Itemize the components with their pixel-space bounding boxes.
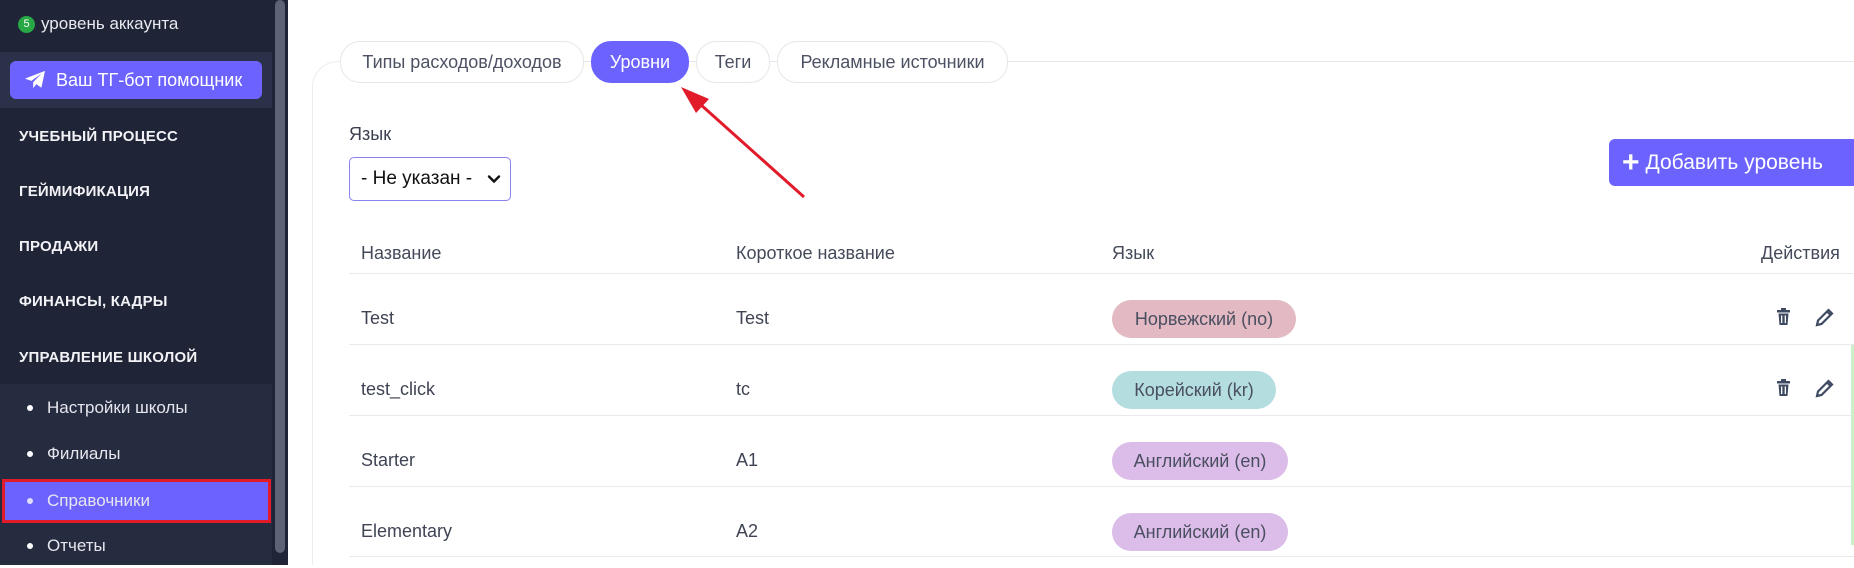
plus-icon: +	[1622, 145, 1640, 179]
sidebar-item-label: Справочники	[47, 491, 150, 510]
tab-expense-types[interactable]: Типы расходов/доходов	[340, 41, 584, 83]
language-pill: Английский (en)	[1112, 513, 1288, 551]
edit-icon[interactable]	[1815, 378, 1835, 398]
language-pill: Корейский (kr)	[1112, 371, 1276, 409]
bullet-icon	[27, 543, 33, 549]
chevron-down-icon	[487, 175, 501, 184]
column-header-language: Язык	[1112, 243, 1155, 263]
bullet-icon	[27, 498, 33, 504]
bullet-icon	[27, 451, 33, 457]
tab-levels[interactable]: Уровни	[591, 41, 689, 83]
cell-short-name: tc	[736, 379, 751, 399]
account-level-badge: 5	[18, 15, 35, 33]
sidebar-item-directories[interactable]: Справочники	[2, 479, 271, 523]
sidebar-scrollbar-thumb[interactable]	[275, 0, 285, 553]
panel-border	[312, 90, 313, 565]
sidebar-item-branches[interactable]: Филиалы	[0, 432, 272, 476]
sidebar-section-gamification[interactable]: ГЕЙМИФИКАЦИЯ	[19, 183, 150, 200]
trash-icon[interactable]	[1776, 308, 1791, 326]
add-level-label: Добавить уровень	[1645, 150, 1823, 174]
column-header-name: Название	[361, 243, 442, 263]
sidebar-section-school-management[interactable]: УПРАВЛЕНИЕ ШКОЛОЙ	[19, 349, 197, 366]
table-header-divider	[349, 273, 1854, 274]
sidebar-item-label: Отчеты	[47, 536, 106, 555]
cell-name: Test	[361, 308, 395, 328]
sidebar-item-label: Филиалы	[47, 444, 121, 463]
tab-ad-sources[interactable]: Рекламные источники	[777, 41, 1008, 83]
cell-short-name: A1	[736, 450, 759, 470]
tg-bot-label: Ваш ТГ-бот помощник	[56, 69, 243, 90]
sidebar-section-finance[interactable]: ФИНАНСЫ, КАДРЫ	[19, 293, 168, 310]
sidebar-item-label: Настройки школы	[47, 398, 188, 417]
language-pill: Английский (en)	[1112, 442, 1288, 480]
sidebar: 5 уровень аккаунта Ваш ТГ-бот помощник У…	[0, 0, 272, 565]
row-divider	[349, 415, 1854, 416]
sidebar-section-learning[interactable]: УЧЕБНЫЙ ПРОЦЕСС	[19, 128, 178, 145]
sidebar-item-reports[interactable]: Отчеты	[0, 524, 272, 568]
panel-corner	[312, 61, 343, 92]
language-select-value: - Не указан -	[361, 168, 473, 189]
column-header-actions: Действия	[1761, 243, 1840, 263]
tg-bot-area: Ваш ТГ-бот помощник	[0, 52, 272, 108]
cell-short-name: Test	[736, 308, 770, 328]
telegram-icon	[25, 70, 45, 89]
language-select[interactable]: - Не указан -	[349, 157, 511, 201]
tab-tags[interactable]: Теги	[696, 41, 770, 83]
sidebar-subnav: Настройки школы Филиалы Справочники Отче…	[0, 384, 272, 565]
cell-name: Starter	[361, 450, 416, 470]
row-divider	[349, 486, 1854, 487]
account-level-text: уровень аккаунта	[41, 14, 179, 33]
row-divider	[349, 344, 1854, 345]
trash-icon[interactable]	[1776, 379, 1791, 397]
add-level-button[interactable]: + Добавить уровень	[1609, 139, 1854, 186]
sidebar-section-sales[interactable]: ПРОДАЖИ	[19, 238, 98, 255]
sidebar-item-school-settings[interactable]: Настройки школы	[0, 386, 272, 430]
account-level[interactable]: 5 уровень аккаунта	[18, 12, 178, 36]
cell-name: Elementary	[361, 521, 453, 541]
bullet-icon	[27, 405, 33, 411]
column-header-short-name: Короткое название	[736, 243, 895, 263]
language-pill: Норвежский (no)	[1112, 300, 1296, 338]
tg-bot-button[interactable]: Ваш ТГ-бот помощник	[10, 61, 262, 99]
row-divider	[349, 556, 1854, 557]
edit-icon[interactable]	[1815, 307, 1835, 327]
language-filter-label: Язык	[349, 124, 392, 144]
cell-short-name: A2	[736, 521, 759, 541]
cell-name: test_click	[361, 379, 436, 399]
